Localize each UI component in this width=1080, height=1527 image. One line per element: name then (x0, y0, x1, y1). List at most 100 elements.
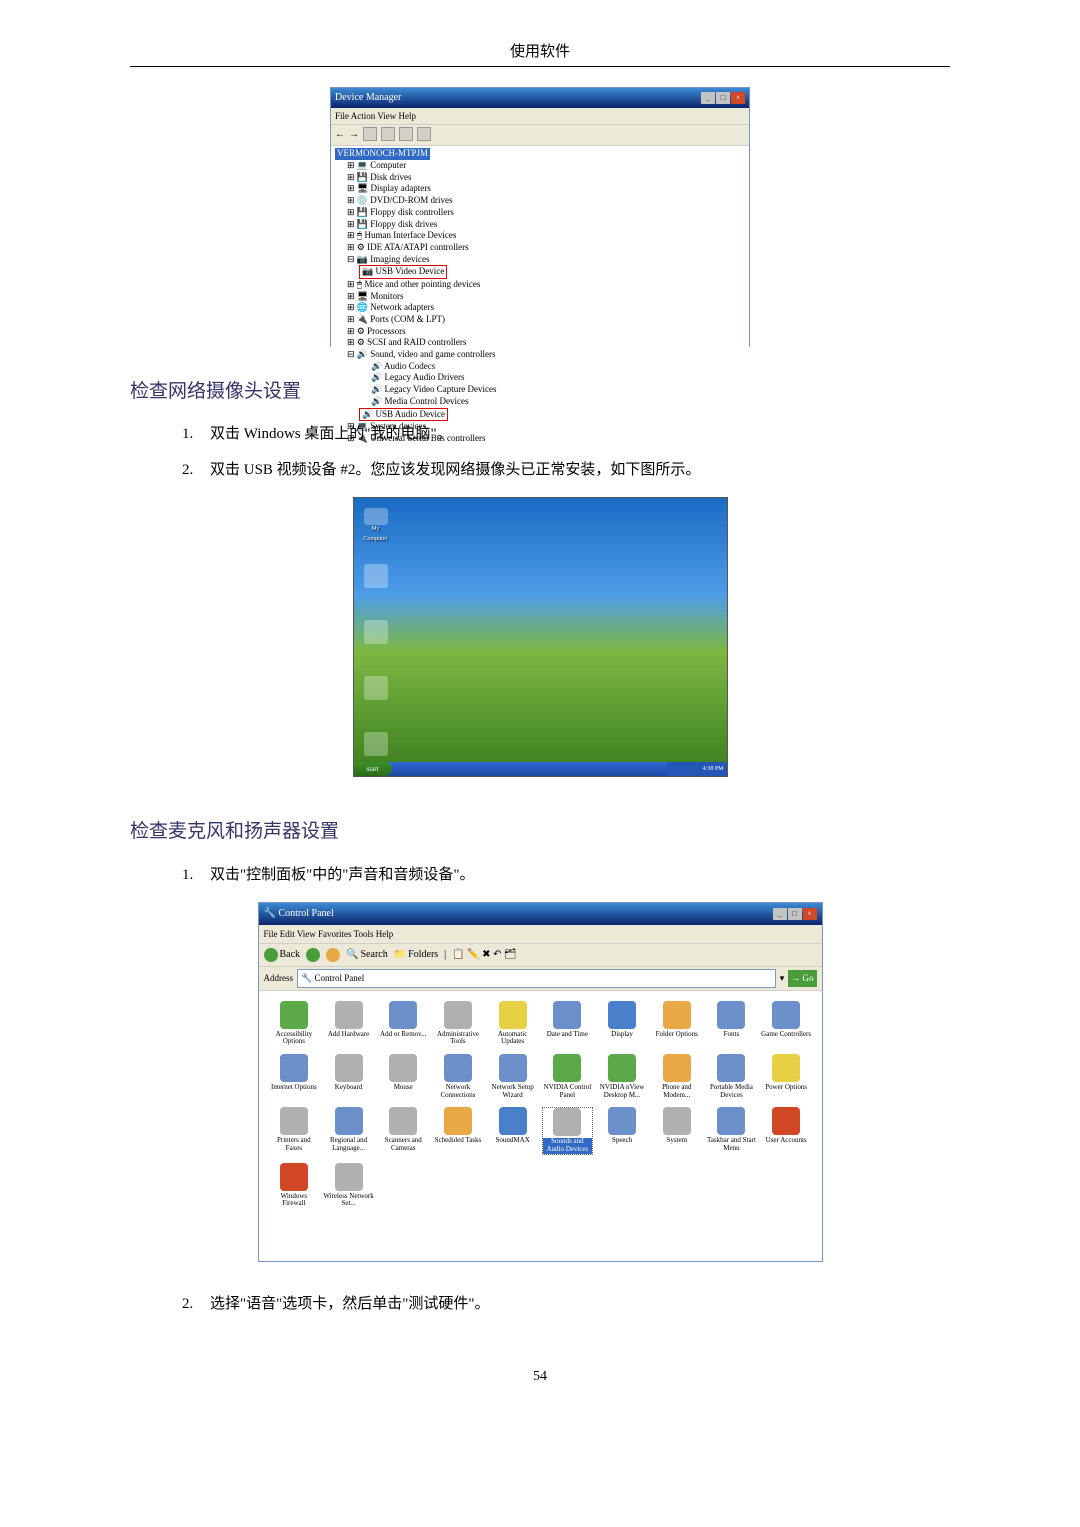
tree-root: VERMONOCH-MTPJM (335, 148, 745, 160)
address-input: 🔧 Control Panel (297, 969, 776, 987)
desktop-icons: My Computer (360, 508, 392, 824)
toolbar-icon (417, 127, 431, 141)
tree-subitem: 🔊 Legacy Video Capture Devices (335, 384, 745, 396)
cp-item: SoundMAX (487, 1107, 538, 1154)
cp-item: Power Options (761, 1054, 812, 1099)
tree-item: ⊞ ⚙ SCSI and RAID controllers (335, 337, 745, 349)
my-computer-icon: My Computer (360, 508, 392, 544)
cp-titlebar: 🔧 Control Panel _ □ × (259, 903, 822, 925)
cp-item: Portable Media Devices (706, 1054, 757, 1099)
desktop-icon (360, 620, 392, 656)
list-item: 2.选择"语音"选项卡，然后单击"测试硬件"。 (210, 1292, 950, 1316)
cp-item: User Accounts (761, 1107, 812, 1154)
cp-item: System (651, 1107, 702, 1154)
cp-item: Date and Time (542, 1001, 593, 1046)
maximize-icon: □ (788, 908, 802, 920)
cp-item: Add or Remov... (378, 1001, 429, 1046)
arrow-left-icon: ← (335, 127, 345, 143)
cp-item: Display (597, 1001, 648, 1046)
sounds-audio-devices-highlighted: Sounds and Audio Devices (542, 1107, 593, 1154)
cp-item: Printers and Faxes (269, 1107, 320, 1154)
tree-item: ⊞ 🖥 Monitors (335, 291, 745, 303)
desktop-icon (360, 676, 392, 712)
minimize-icon: _ (773, 908, 787, 920)
tree-item: ⊟ 📷 Imaging devices (335, 254, 745, 266)
tree-item: ⊞ ⚙ Processors (335, 326, 745, 338)
tree-item: ⊞ 💾 Disk drives (335, 172, 745, 184)
cp-item: Network Setup Wizard (487, 1054, 538, 1099)
system-tray: 4:38 PM (667, 762, 727, 776)
cp-item: Scanners and Cameras (378, 1107, 429, 1154)
tree-item: ⊞ 🔌 Ports (COM & LPT) (335, 314, 745, 326)
arrow-right-icon: → (349, 127, 359, 143)
tree-item: ⊞ 💾 Floppy disk drives (335, 219, 745, 231)
close-icon: × (731, 92, 745, 104)
cp-item: Mouse (378, 1054, 429, 1099)
cp-menubar: File Edit View Favorites Tools Help (259, 925, 822, 944)
dm-menubar: File Action View Help (331, 108, 749, 125)
window-buttons: _ □ × (773, 908, 817, 920)
search-button: 🔍 Search (346, 947, 388, 963)
cp-item: Phone and Modem... (651, 1054, 702, 1099)
cp-item: Administrative Tools (433, 1001, 484, 1046)
toolbar-icon: 📋 ✏️ ✖ ↶ 🗂 (452, 947, 516, 963)
desktop-icon (360, 564, 392, 600)
cp-item: Scheduled Tasks (433, 1107, 484, 1154)
mic-steps-2: 2.选择"语音"选项卡，然后单击"测试硬件"。 (130, 1292, 950, 1316)
up-icon (326, 948, 340, 962)
folders-button: 📁 Folders (394, 947, 438, 963)
list-item: 1.双击"控制面板"中的"声音和音频设备"。 (210, 863, 950, 887)
cp-item: Wireless Network Set... (323, 1163, 374, 1208)
dm-titlebar: Device Manager _ □ × (331, 88, 749, 108)
cp-item: Automatic Updates (487, 1001, 538, 1046)
cp-item: Add Hardware (323, 1001, 374, 1046)
go-button: → Go (788, 970, 816, 986)
toolbar-icon (399, 127, 413, 141)
usb-audio-highlight: 🔊 USB Audio Device (359, 408, 448, 422)
address-label: Address (264, 971, 294, 985)
page-header: 使用软件 (130, 40, 950, 67)
toolbar-icon (381, 127, 395, 141)
cp-item: Network Connections (433, 1054, 484, 1099)
tree-item: ⊟ 🔊 Sound, video and game controllers (335, 349, 745, 361)
usb-video-highlight: 📷 USB Video Device (359, 265, 447, 279)
start-button: start (354, 762, 392, 776)
tree-item: ⊞ 🖱 Mice and other pointing devices (335, 279, 745, 291)
minimize-icon: _ (701, 92, 715, 104)
desktop-icon (360, 788, 392, 824)
webcam-steps: 1.双击 Windows 桌面上的"我的电脑"。 2.双击 USB 视频设备 #… (130, 422, 950, 482)
list-item: 1.双击 Windows 桌面上的"我的电脑"。 (210, 422, 950, 446)
tree-item: ⊞ 🖱 Human Interface Devices (335, 230, 745, 242)
tree-item: ⊞ 🌐 Network adapters (335, 302, 745, 314)
tree-item: ⊞ ⚙ IDE ATA/ATAPI controllers (335, 242, 745, 254)
cp-item: Fonts (706, 1001, 757, 1046)
maximize-icon: □ (716, 92, 730, 104)
cp-item: Windows Firewall (269, 1163, 320, 1208)
close-icon: × (803, 908, 817, 920)
tree-subitem: 🔊 Media Control Devices (335, 396, 745, 408)
cp-item: Speech (597, 1107, 648, 1154)
tree-item: ⊞ 💿 DVD/CD-ROM drives (335, 195, 745, 207)
window-buttons: _ □ × (701, 92, 745, 104)
device-manager-screenshot: Device Manager _ □ × File Action View He… (330, 87, 750, 347)
tree-item: ⊞ 💻 Computer (335, 160, 745, 172)
cp-addressbar: Address 🔧 Control Panel ▾ → Go (259, 967, 822, 990)
list-item: 2.双击 USB 视频设备 #2。您应该发现网络摄像头已正常安装，如下图所示。 (210, 458, 950, 482)
forward-icon (306, 948, 320, 962)
dropdown-icon: ▾ (780, 971, 785, 985)
cp-item: Internet Options (269, 1054, 320, 1099)
cp-item: NVIDIA Control Panel (542, 1054, 593, 1099)
cp-toolbar: Back 🔍 Search 📁 Folders | 📋 ✏️ ✖ ↶ 🗂 (259, 944, 822, 967)
section-heading-mic: 检查麦克风和扬声器设置 (130, 817, 950, 847)
control-panel-screenshot: 🔧 Control Panel _ □ × File Edit View Fav… (258, 902, 823, 1262)
toolbar-icon (363, 127, 377, 141)
cp-item: Game Controllers (761, 1001, 812, 1046)
cp-title: 🔧 Control Panel (264, 906, 334, 922)
back-button: Back (264, 947, 301, 963)
mic-steps: 1.双击"控制面板"中的"声音和音频设备"。 (130, 863, 950, 887)
dm-toolbar: ← → (331, 125, 749, 146)
cp-item: NVIDIA nView Desktop M... (597, 1054, 648, 1099)
cp-item: Regional and Language... (323, 1107, 374, 1154)
page-number: 54 (130, 1366, 950, 1388)
cp-item: Taskbar and Start Menu (706, 1107, 757, 1154)
